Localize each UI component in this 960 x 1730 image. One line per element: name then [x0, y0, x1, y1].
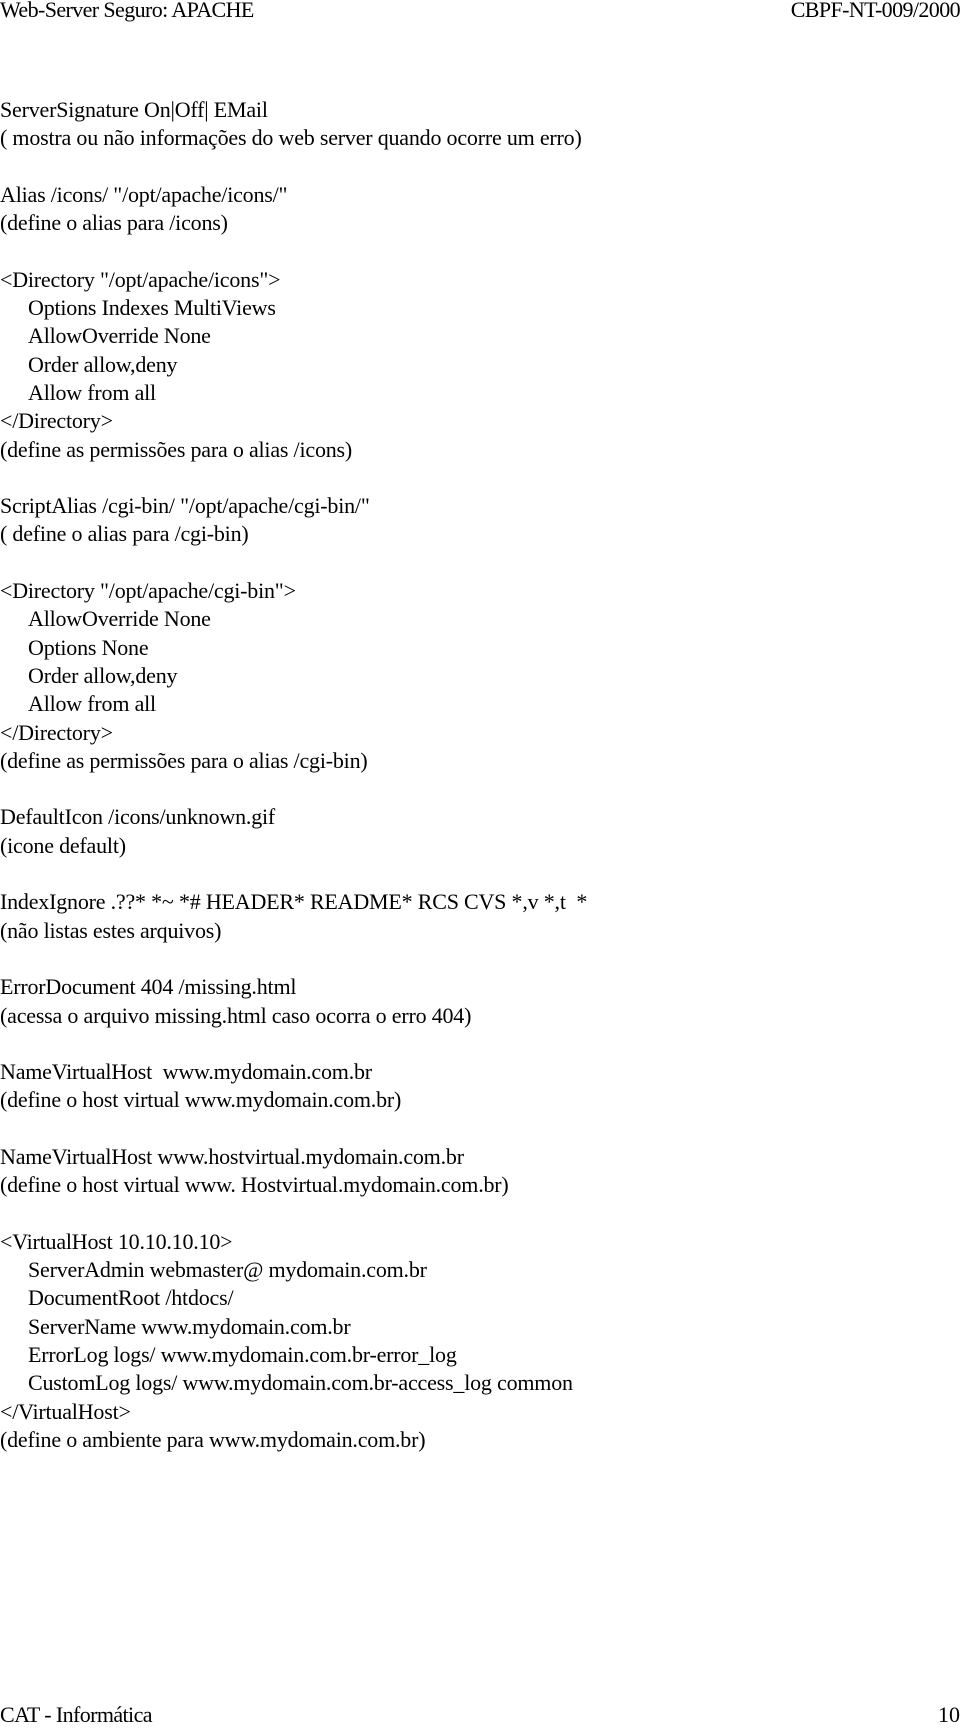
config-line: NameVirtualHost www.hostvirtual.mydomain… [0, 1143, 464, 1169]
config-directive-line: CustomLog logs/ www.mydomain.com.br-acce… [28, 1370, 573, 1396]
config-line: ServerSignature On|Off| EMail [0, 97, 268, 122]
config-line: (define o host virtual www.mydomain.com.… [0, 1087, 402, 1113]
config-directive-line: Options None [28, 634, 149, 660]
config-line: (acessa o arquivo missing.html caso ocor… [0, 1002, 472, 1028]
config-directive-line: Options Indexes MultiViews [28, 295, 276, 321]
config-line: (define as permissões para o alias /icon… [0, 436, 353, 462]
config-line: </VirtualHost> [0, 1398, 131, 1424]
config-directive-line: AllowOverride None [28, 323, 211, 349]
config-directive-line: ServerName www.mydomain.com.br [28, 1313, 351, 1339]
config-line: (define o host virtual www. Hostvirtual.… [0, 1172, 509, 1198]
config-line: (icone default) [0, 832, 126, 858]
page-number: 10 [938, 1702, 960, 1727]
config-line: NameVirtualHost www.mydomain.com.br [0, 1059, 372, 1085]
page-footer: CAT - Informática 10 [0, 1700, 960, 1730]
config-line: (define as permissões para o alias /cgi-… [0, 747, 368, 773]
config-line: <Directory "/opt/apache/icons"> [0, 266, 281, 292]
config-directive-line: DocumentRoot /htdocs/ [28, 1285, 234, 1311]
document-id: CBPF-NT-009/2000 [790, 0, 960, 22]
config-line: ( mostra ou não informações do web serve… [0, 125, 582, 151]
page-header: Web-Server Seguro: APACHE CBPF-NT-009/20… [0, 0, 960, 28]
config-line: ScriptAlias /cgi-bin/ "/opt/apache/cgi-b… [0, 493, 370, 519]
footer-organization: CAT - Informática [0, 1702, 153, 1727]
config-directive-line: Order allow,deny [28, 351, 178, 377]
config-line: IndexIgnore .??* *~ *# HEADER* README* R… [0, 889, 588, 915]
config-line: (não listas estes arquivos) [0, 917, 222, 943]
config-directive-line: ErrorLog logs/ www.mydomain.com.br-error… [28, 1342, 457, 1368]
config-line: Alias /icons/ "/opt/apache/icons/" [0, 181, 288, 207]
config-line: <Directory "/opt/apache/cgi-bin"> [0, 578, 296, 604]
config-line: </Directory> [0, 408, 113, 434]
config-directive-line: AllowOverride None [28, 606, 211, 632]
config-line: </Directory> [0, 719, 113, 745]
config-line: (define o ambiente para www.mydomain.com… [0, 1426, 426, 1452]
config-line: <VirtualHost 10.10.10.10> [0, 1228, 233, 1254]
config-line: ( define o alias para /cgi-bin) [0, 521, 249, 547]
config-listing: ServerSignature On|Off| EMail ( mostra ou… [0, 96, 960, 1454]
config-line: DefaultIcon /icons/unknown.gif [0, 804, 276, 830]
config-directive-line: Allow from all [28, 379, 156, 405]
config-directive-line: ServerAdmin webmaster@ mydomain.com.br [28, 1257, 427, 1283]
config-line: (define o alias para /icons) [0, 210, 228, 236]
config-directive-line: Order allow,deny [28, 662, 178, 688]
config-line: ErrorDocument 404 /missing.html [0, 974, 297, 1000]
config-directive-line: Allow from all [28, 691, 156, 717]
document-title: Web-Server Seguro: APACHE [0, 0, 254, 22]
